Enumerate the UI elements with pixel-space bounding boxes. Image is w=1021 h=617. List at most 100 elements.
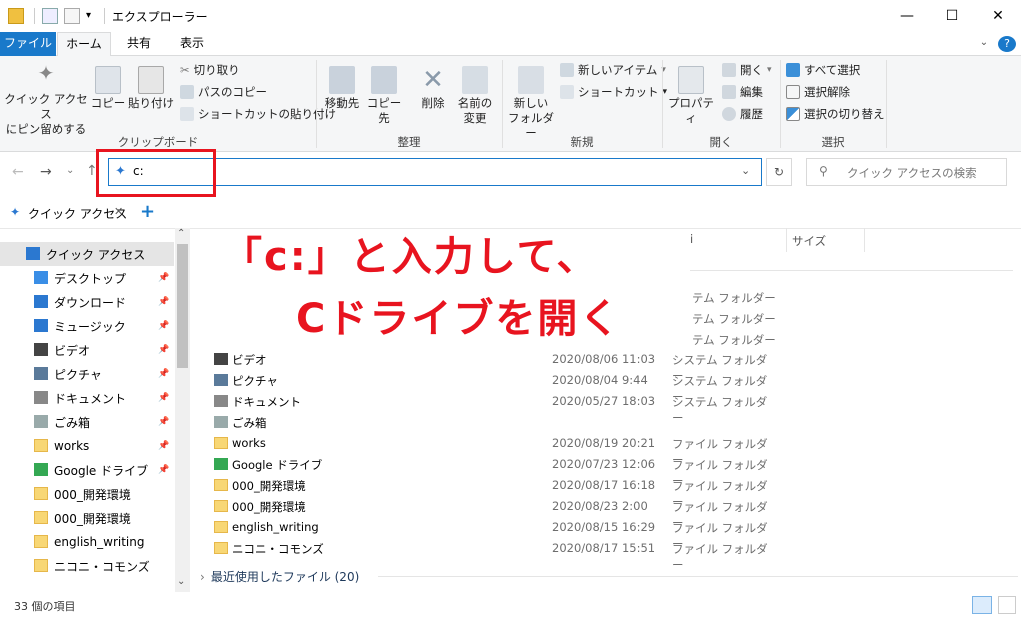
move-to-label: 移動先	[324, 96, 360, 110]
nav-item[interactable]: 000_開発環境	[0, 506, 174, 530]
new-item-button[interactable]: 新しいアイテム ▾	[560, 62, 666, 78]
customize-dropdown-icon[interactable]: ▾	[86, 8, 102, 24]
help-icon[interactable]: ?	[998, 36, 1016, 52]
nav-item[interactable]: ニコニ・コモンズ	[0, 554, 174, 578]
properties-quick-icon[interactable]	[42, 8, 58, 24]
open-button[interactable]: 開く ▾	[722, 62, 772, 78]
nav-item[interactable]: 000_開発環境	[0, 482, 174, 506]
nav-item[interactable]: ビデオ 📌	[0, 338, 174, 362]
column-header-size[interactable]: サイズ	[792, 233, 826, 249]
file-row[interactable]: 000_開発環境 2020/08/17 16:18 ファイル フォルダー	[210, 475, 770, 509]
recent-locations-icon[interactable]: ⌄	[66, 165, 74, 176]
invert-selection-button[interactable]: 選択の切り替え	[786, 106, 885, 122]
file-row[interactable]: Google ドライブ 2020/07/23 12:06 ファイル フォルダー	[210, 454, 770, 488]
tab-file[interactable]: ファイル	[0, 32, 56, 56]
highlight-box	[96, 149, 216, 197]
back-arrow-icon[interactable]: ←	[12, 164, 24, 180]
file-type: ファイル フォルダー	[672, 542, 768, 572]
maximize-button[interactable]: ☐	[929, 0, 975, 32]
file-row[interactable]: english_writing 2020/08/15 16:29 ファイル フォルダ…	[210, 517, 770, 551]
column-header-name[interactable]: i	[690, 232, 693, 246]
rename-button[interactable]: 名前の 変更	[454, 66, 496, 126]
file-row[interactable]: ピクチャ 2020/08/04 9:44 システム フォルダー	[210, 370, 770, 404]
star-icon	[26, 247, 40, 260]
scrollbar-thumb[interactable]	[177, 244, 188, 368]
tab-home[interactable]: ホーム	[57, 32, 111, 57]
chevron-right-icon: ›	[200, 570, 205, 584]
invert-selection-icon	[786, 107, 800, 121]
paste-shortcut-button[interactable]: ショートカットの貼り付け	[180, 106, 336, 122]
refresh-icon[interactable]: ↻	[766, 158, 792, 186]
pin-icon: ✦	[37, 61, 55, 85]
nav-item-label: 000_開発環境	[54, 487, 131, 502]
group-label-select: 選択	[821, 135, 845, 149]
edit-button[interactable]: 編集	[722, 84, 763, 100]
new-folder-button[interactable]: 新しい フォルダー	[506, 66, 556, 141]
music-icon	[34, 319, 48, 332]
tab-view[interactable]: 表示	[168, 32, 216, 56]
file-row[interactable]: ごみ箱	[210, 412, 770, 433]
google-drive-icon	[214, 458, 228, 470]
picture-icon	[214, 374, 228, 386]
file-name: ごみ箱	[232, 416, 267, 430]
cut-button[interactable]: ✂ 切り取り	[180, 62, 240, 78]
rename-label-2: 変更	[463, 111, 487, 125]
scroll-down-icon[interactable]: ⌄	[177, 576, 185, 587]
item-count: 33 個の項目	[14, 600, 76, 613]
chevron-down-icon[interactable]: ⌄	[741, 164, 750, 177]
details-view-icon[interactable]	[972, 596, 992, 614]
pin-icon: 📌	[158, 273, 170, 283]
file-row[interactable]: ニコニ・コモンズ 2020/08/17 15:51 ファイル フォルダー	[210, 538, 770, 572]
history-button[interactable]: 履歴	[722, 106, 763, 122]
file-row[interactable]: ビデオ 2020/08/06 11:03 システム フォルダー	[210, 349, 770, 383]
nav-item[interactable]: ごみ箱 📌	[0, 410, 174, 434]
divider	[690, 270, 1013, 271]
search-box[interactable]: ⚲ クイック アクセスの検索	[806, 158, 1007, 186]
large-icons-view-icon[interactable]	[998, 596, 1016, 614]
nav-item[interactable]: ダウンロード 📌	[0, 290, 174, 314]
pin-icon: 📌	[158, 369, 170, 379]
file-row[interactable]: 000_開発環境 2020/08/23 2:00 ファイル フォルダー	[210, 496, 770, 530]
desktop-icon	[34, 271, 48, 284]
forward-arrow-icon[interactable]: →	[40, 164, 52, 180]
file-name: ビデオ	[232, 353, 267, 367]
nav-item[interactable]: english_writing	[0, 530, 174, 554]
copy-icon	[95, 66, 121, 94]
tab-share[interactable]: 共有	[114, 32, 164, 56]
move-to-button[interactable]: 移動先	[320, 66, 364, 111]
nav-item[interactable]: クイック アクセス	[0, 242, 174, 266]
minimize-button[interactable]: —	[884, 0, 930, 32]
nav-item[interactable]: ピクチャ 📌	[0, 362, 174, 386]
file-name: 000_開発環境	[232, 500, 306, 514]
file-date: 2020/08/15 16:29	[552, 520, 656, 534]
add-tab-icon[interactable]: +	[140, 201, 155, 222]
file-row[interactable]: ドキュメント 2020/05/27 18:03 システム フォルダー	[210, 391, 770, 425]
nav-item[interactable]: ミュージック 📌	[0, 314, 174, 338]
recent-files-group[interactable]: › 最近使用したファイル (20)	[200, 568, 359, 585]
chevron-down-icon[interactable]: ⌄	[976, 32, 992, 56]
nav-item[interactable]: Google ドライブ 📌	[0, 458, 174, 482]
select-none-button[interactable]: 選択解除	[786, 84, 850, 100]
select-all-button[interactable]: すべて選択	[786, 62, 860, 78]
pin-icon: 📌	[158, 345, 170, 355]
pin-to-quick-access-button[interactable]: ✦ クイック アクセス にピン留めする	[4, 61, 88, 137]
copy-to-button[interactable]: コピー先	[364, 66, 404, 126]
copy-button[interactable]: コピー	[90, 66, 126, 111]
properties-button[interactable]: プロパティ	[666, 66, 716, 126]
nav-item[interactable]: デスクトップ 📌	[0, 266, 174, 290]
delete-button[interactable]: ✕ 削除	[414, 66, 452, 111]
search-icon: ⚲	[819, 164, 828, 178]
file-row[interactable]: works 2020/08/19 20:21 ファイル フォルダー	[210, 433, 770, 467]
select-none-icon	[786, 85, 800, 99]
close-button[interactable]: ✕	[975, 0, 1021, 32]
nav-item[interactable]: works 📌	[0, 434, 174, 458]
paste-button[interactable]: 貼り付け	[128, 66, 174, 111]
folder-tab-quick-access[interactable]: ✦ クイック アクセス ✕	[4, 200, 130, 228]
scroll-up-icon[interactable]: ⌃	[177, 228, 185, 239]
close-tab-icon[interactable]: ✕	[114, 205, 123, 218]
copy-path-button[interactable]: パスのコピー	[180, 84, 267, 100]
new-folder-quick-icon[interactable]	[64, 8, 80, 24]
file-name: ニコニ・コモンズ	[232, 542, 324, 556]
easy-access-button[interactable]: ショートカット ▾	[560, 84, 667, 100]
nav-item[interactable]: ドキュメント 📌	[0, 386, 174, 410]
